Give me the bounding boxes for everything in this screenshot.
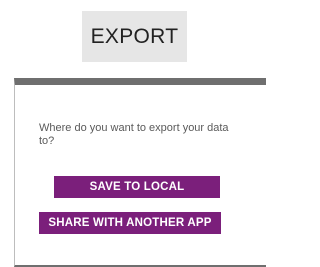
- dialog-message: Where do you want to export your data to…: [39, 122, 229, 147]
- export-button[interactable]: EXPORT: [82, 11, 187, 62]
- export-dialog: Where do you want to export your data to…: [14, 78, 266, 267]
- save-to-local-button[interactable]: SAVE TO LOCAL: [54, 176, 220, 198]
- export-screen: EXPORT Where do you want to export your …: [0, 0, 266, 267]
- share-with-another-app-button[interactable]: SHARE WITH ANOTHER APP: [39, 212, 221, 234]
